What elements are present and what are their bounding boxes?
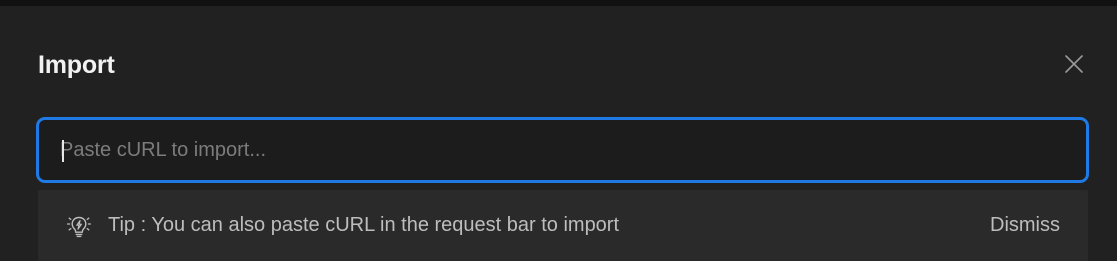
text-caret xyxy=(62,140,64,162)
close-button[interactable] xyxy=(1060,50,1088,78)
curl-input[interactable] xyxy=(60,120,1060,180)
modal-title: Import xyxy=(38,51,115,79)
curl-input-container xyxy=(36,117,1089,183)
tip-bar: Tip : You can also paste cURL in the req… xyxy=(38,190,1088,261)
dismiss-button[interactable]: Dismiss xyxy=(990,190,1060,261)
lightbulb-icon xyxy=(66,216,92,238)
close-icon xyxy=(1065,55,1083,73)
tip-text: Tip : You can also paste cURL in the req… xyxy=(108,214,620,236)
import-modal: Import Tip : You can also paste cURL xyxy=(0,6,1117,261)
